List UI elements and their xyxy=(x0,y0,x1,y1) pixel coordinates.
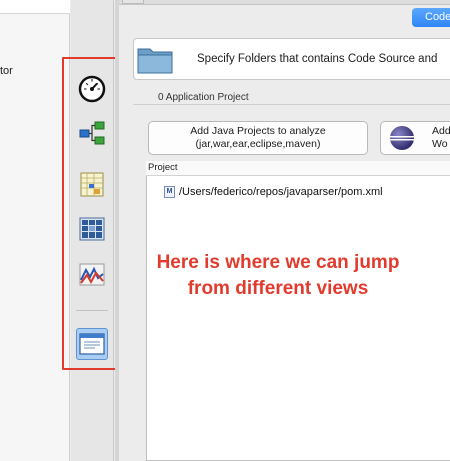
main-topbar xyxy=(119,0,450,5)
section-divider xyxy=(133,104,450,105)
folder-icon xyxy=(137,48,173,74)
annotation-text: Here is where we can jump from different… xyxy=(128,250,428,302)
annotation-highlight-box xyxy=(62,57,123,370)
project-row[interactable]: M /Users/federico/repos/javaparser/pom.x… xyxy=(164,186,383,198)
project-path: /Users/federico/repos/javaparser/pom.xml xyxy=(179,186,383,198)
left-pane-label: tor xyxy=(0,65,13,77)
add-java-projects-sublabel: (jar,war,ear,eclipse,maven) xyxy=(195,138,321,150)
project-list[interactable] xyxy=(146,161,450,461)
maven-icon: M xyxy=(164,186,175,198)
left-pane-header xyxy=(0,0,70,14)
annotation-line-1: Here is where we can jump xyxy=(156,252,400,273)
tab-stub[interactable] xyxy=(122,0,144,4)
project-column-header[interactable]: Project xyxy=(146,161,450,176)
add-java-projects-button[interactable]: Add Java Projects to analyze (jar,war,ea… xyxy=(148,121,368,155)
section-label: 0 Application Project xyxy=(158,92,249,103)
eclipse-icon xyxy=(390,126,414,150)
code-button[interactable]: Code xyxy=(412,8,450,27)
banner-text: Specify Folders that contains Code Sourc… xyxy=(197,53,438,65)
add-java-projects-label: Add Java Projects to analyze xyxy=(190,125,326,137)
annotation-line-2: from different views xyxy=(187,278,369,299)
